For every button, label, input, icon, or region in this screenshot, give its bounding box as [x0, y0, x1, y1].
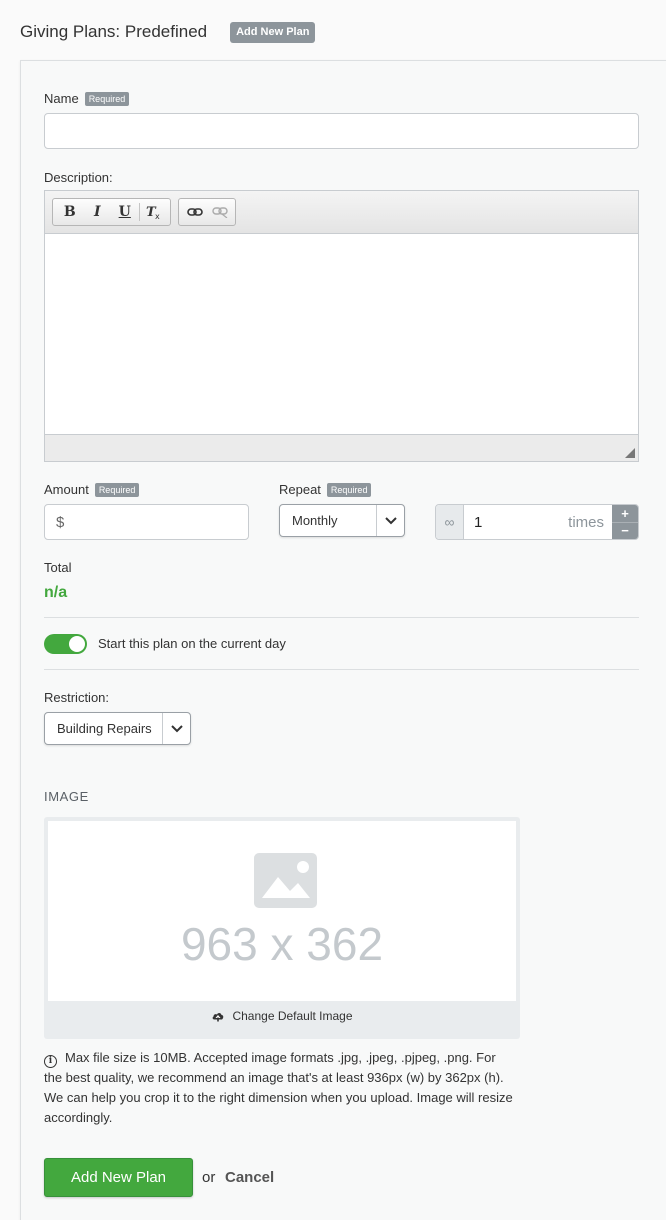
infinity-toggle[interactable]: ∞	[436, 505, 464, 539]
resize-handle[interactable]	[625, 448, 635, 458]
unlink-icon[interactable]	[207, 201, 232, 223]
name-input[interactable]	[44, 113, 639, 149]
occurrences-field: ∞ 1 times + −	[435, 504, 639, 540]
start-today-label: Start this plan on the current day	[98, 636, 286, 651]
underline-icon[interactable]: U	[111, 201, 139, 223]
editor-footer	[45, 434, 638, 461]
chevron-down-icon	[162, 713, 190, 744]
clear-format-icon[interactable]: Tx	[139, 201, 167, 223]
image-section-title: IMAGE	[44, 789, 89, 804]
divider	[44, 617, 639, 618]
restriction-label: Restriction:	[44, 690, 110, 705]
page-header: Giving Plans: Predefined Add New Plan	[20, 20, 316, 44]
required-badge: Required	[94, 482, 140, 497]
bold-icon[interactable]: B	[56, 201, 84, 223]
amount-label: Amount Required	[44, 482, 140, 497]
cancel-link[interactable]: Cancel	[225, 1169, 274, 1186]
restriction-selected-value: Building Repairs	[57, 721, 152, 736]
image-placeholder-icon	[254, 853, 317, 908]
chevron-down-icon	[376, 505, 404, 536]
italic-icon[interactable]: I	[84, 201, 112, 223]
total-label: Total	[44, 560, 72, 575]
submit-add-plan-button[interactable]: Add New Plan	[44, 1158, 193, 1197]
change-default-image-button[interactable]: Change Default Image	[44, 1009, 520, 1023]
required-badge: Required	[326, 482, 372, 497]
or-separator: or	[202, 1169, 216, 1186]
link-button-group	[178, 198, 236, 226]
description-label: Description:	[44, 170, 113, 185]
image-info-note: i Max file size is 10MB. Accepted image f…	[44, 1050, 513, 1125]
image-preview: 963 x 362	[48, 821, 516, 1001]
currency-prefix: $	[56, 513, 65, 531]
decrement-button[interactable]: −	[612, 523, 638, 540]
description-textarea[interactable]	[45, 234, 638, 434]
required-badge: Required	[84, 91, 130, 106]
format-button-group: B I U Tx	[52, 198, 171, 226]
image-upload-panel: 963 x 362 Change Default Image	[44, 817, 520, 1039]
repeat-select[interactable]: Monthly	[279, 504, 405, 537]
info-icon: i	[44, 1054, 57, 1068]
occurrences-unit: times	[568, 513, 604, 531]
amount-input[interactable]: $	[44, 504, 249, 540]
name-label: Name Required	[44, 91, 130, 106]
cloud-upload-icon	[213, 1013, 224, 1022]
occurrences-input[interactable]: 1	[464, 505, 568, 539]
occurrences-stepper: + −	[612, 505, 638, 539]
restriction-select[interactable]: Building Repairs	[44, 712, 191, 745]
svg-text:x: x	[155, 212, 160, 220]
link-icon[interactable]	[182, 201, 207, 223]
repeat-label: Repeat Required	[279, 482, 372, 497]
divider	[44, 669, 639, 670]
start-today-toggle[interactable]	[44, 634, 87, 654]
total-value: n/a	[44, 584, 68, 601]
description-editor: B I U Tx	[44, 190, 639, 462]
toggle-knob	[69, 636, 85, 652]
repeat-selected-value: Monthly	[292, 513, 338, 528]
page-title: Giving Plans: Predefined	[20, 22, 208, 41]
increment-button[interactable]: +	[612, 505, 638, 523]
editor-toolbar: B I U Tx	[45, 191, 638, 234]
add-new-plan-button[interactable]: Add New Plan	[230, 21, 316, 43]
image-dimensions-placeholder: 963 x 362	[180, 918, 384, 970]
